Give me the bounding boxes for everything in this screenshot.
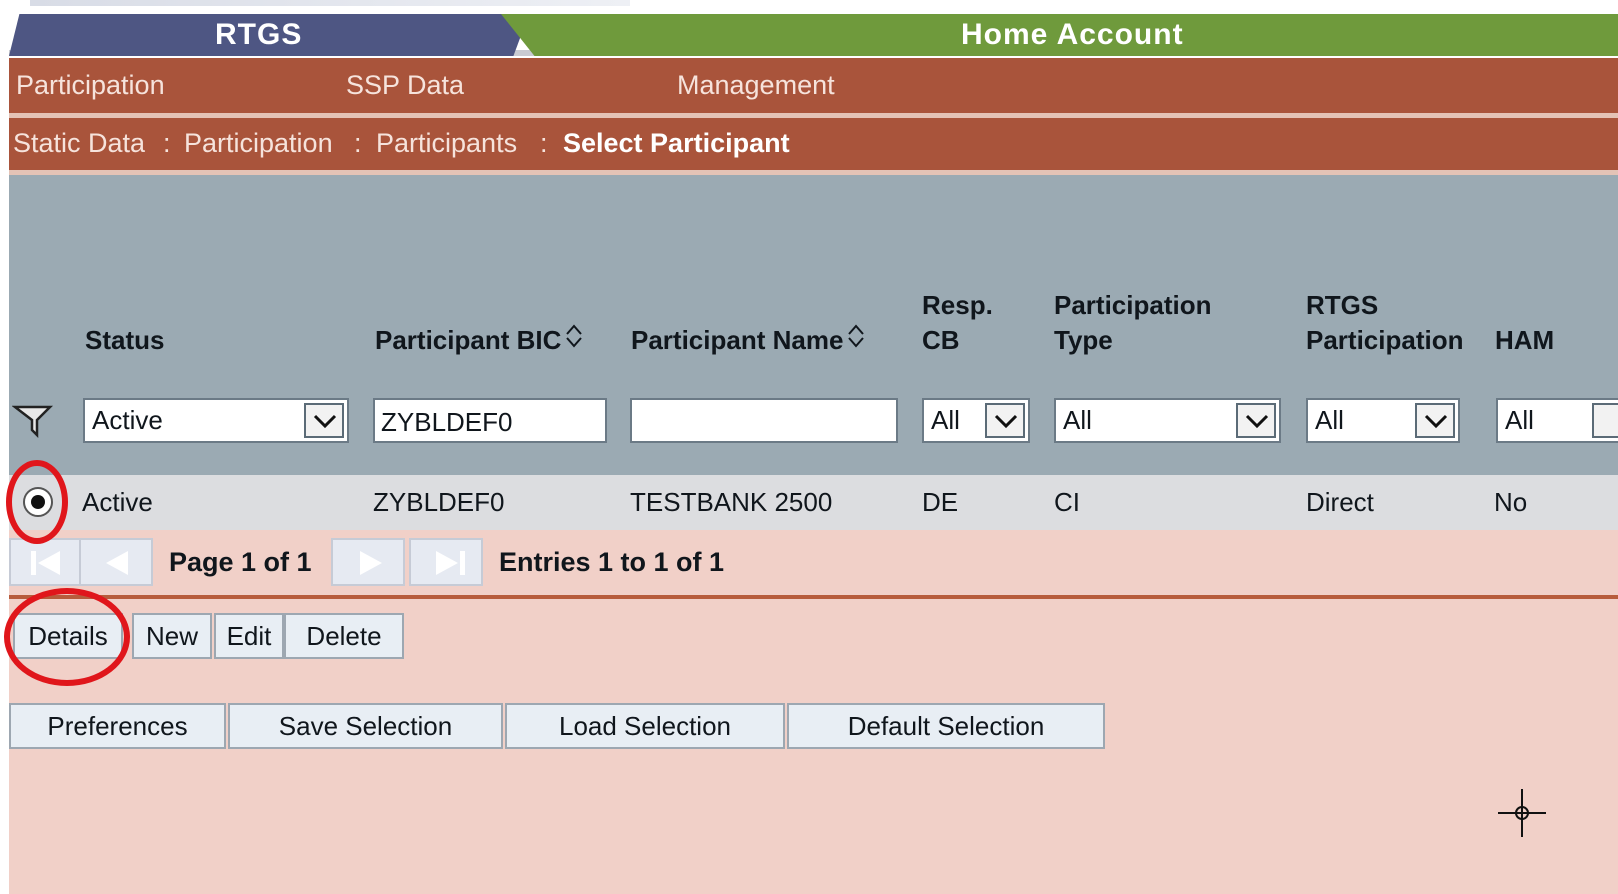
default-selection-button[interactable]: Default Selection: [787, 703, 1105, 749]
column-header-bic[interactable]: Participant BIC: [375, 323, 583, 358]
window-top-strip: [0, 0, 1618, 14]
participation-type-filter-value: All: [1063, 405, 1092, 435]
delete-button[interactable]: Delete: [284, 613, 404, 659]
chevron-down-icon[interactable]: [1592, 403, 1618, 438]
crosshair-cursor-icon: [1496, 787, 1548, 839]
column-header-bic-label: Participant BIC: [375, 325, 562, 355]
edit-button[interactable]: Edit: [214, 613, 284, 659]
column-header-ptype-line2: Type: [1054, 325, 1113, 355]
breadcrumb-separator: :: [540, 128, 548, 158]
rtgs-participation-filter-select[interactable]: All: [1306, 398, 1460, 443]
next-page-button[interactable]: [331, 538, 405, 586]
menu-bar: Participation SSP Data Management: [9, 58, 1618, 113]
chevron-down-icon[interactable]: [1236, 403, 1276, 438]
load-selection-button[interactable]: Load Selection: [505, 703, 785, 749]
column-header-resp-cb: Resp. CB: [922, 288, 993, 358]
sort-icon[interactable]: [847, 323, 865, 349]
column-header-ham: HAM: [1495, 325, 1555, 355]
status-filter-value: Active: [92, 405, 163, 435]
next-page-icon: [360, 551, 382, 575]
menu-item-ssp-data[interactable]: SSP Data: [346, 70, 464, 101]
pager: Page 1 of 1 Entries 1 to 1 of 1: [9, 530, 1618, 595]
prev-page-icon: [106, 551, 128, 575]
rtgs-participation-filter-value: All: [1315, 405, 1344, 435]
status-filter-select[interactable]: Active: [83, 398, 349, 443]
column-header-resp-cb-line1: Resp.: [922, 290, 993, 320]
column-header-ptype-line1: Participation: [1054, 290, 1212, 320]
breadcrumb-separator: :: [354, 128, 362, 158]
breadcrumb-separator: :: [163, 128, 171, 158]
page-indicator: Page 1 of 1: [169, 547, 312, 577]
module-tabs: RTGS Home Account: [9, 14, 1618, 56]
cell-rtgs-participation: Direct: [1306, 487, 1374, 517]
entries-indicator: Entries 1 to 1 of 1: [499, 547, 725, 577]
column-header-rtgs-line1: RTGS: [1306, 290, 1379, 320]
cell-participation-type: CI: [1054, 487, 1080, 517]
cell-resp-cb: DE: [922, 487, 959, 517]
bic-filter-input[interactable]: ZYBLDEF0: [373, 398, 607, 443]
table-row[interactable]: Active ZYBLDEF0 TESTBANK 2500 DE CI Dire…: [9, 475, 1618, 530]
breadcrumb-static-data[interactable]: Static Data: [13, 128, 145, 159]
tab-rtgs-label: RTGS: [215, 18, 303, 51]
name-filter-input[interactable]: [630, 398, 898, 443]
annotation-circle-details: [4, 588, 130, 686]
last-page-button[interactable]: [409, 538, 483, 586]
first-page-button[interactable]: [9, 538, 83, 586]
breadcrumb-participants[interactable]: Participants: [376, 128, 517, 159]
ham-filter-select[interactable]: All: [1496, 398, 1618, 443]
column-header-rtgs-participation: RTGS Participation: [1306, 288, 1463, 358]
resp-cb-filter-value: All: [931, 405, 960, 435]
cell-ham: No: [1494, 487, 1528, 517]
tab-home-account[interactable]: Home Account: [501, 14, 1618, 56]
column-header-status: Status: [85, 325, 165, 355]
new-button[interactable]: New: [132, 613, 212, 659]
annotation-circle-radio: [6, 460, 68, 544]
chevron-down-icon[interactable]: [1415, 403, 1455, 438]
column-header-participation-type: Participation Type: [1054, 288, 1211, 358]
cell-status: Active: [82, 487, 153, 517]
preferences-button[interactable]: Preferences: [9, 703, 226, 749]
sort-icon[interactable]: [565, 323, 583, 349]
last-page-icon: [436, 551, 465, 575]
save-selection-button[interactable]: Save Selection: [228, 703, 503, 749]
menu-item-management[interactable]: Management: [677, 70, 835, 101]
menu-item-participation[interactable]: Participation: [16, 70, 165, 101]
breadcrumb: Static Data : Participation : Participan…: [9, 118, 1618, 170]
filter-icon[interactable]: [11, 402, 58, 439]
top-strip-fade: [30, 0, 630, 6]
tab-rtgs[interactable]: RTGS: [9, 14, 529, 56]
breadcrumb-participation[interactable]: Participation: [184, 128, 333, 159]
left-gutter: [0, 0, 9, 894]
ham-filter-value: All: [1505, 405, 1534, 435]
chevron-down-icon[interactable]: [304, 403, 344, 438]
column-header-resp-cb-line2: CB: [922, 325, 960, 355]
participation-type-filter-select[interactable]: All: [1054, 398, 1281, 443]
prev-page-button[interactable]: [79, 538, 153, 586]
column-header-name-label: Participant Name: [631, 325, 844, 355]
column-header-name[interactable]: Participant Name: [631, 323, 865, 358]
resp-cb-filter-select[interactable]: All: [922, 398, 1030, 443]
first-page-icon: [31, 551, 60, 575]
chevron-down-icon[interactable]: [985, 403, 1025, 438]
action-area: Details New Edit Delete Preferences Save…: [9, 599, 1618, 894]
breadcrumb-current: Select Participant: [563, 128, 790, 158]
cell-bic: ZYBLDEF0: [373, 487, 505, 517]
column-header-rtgs-line2: Participation: [1306, 325, 1464, 355]
cell-name: TESTBANK 2500: [630, 487, 833, 517]
tab-home-account-label: Home Account: [961, 18, 1184, 51]
